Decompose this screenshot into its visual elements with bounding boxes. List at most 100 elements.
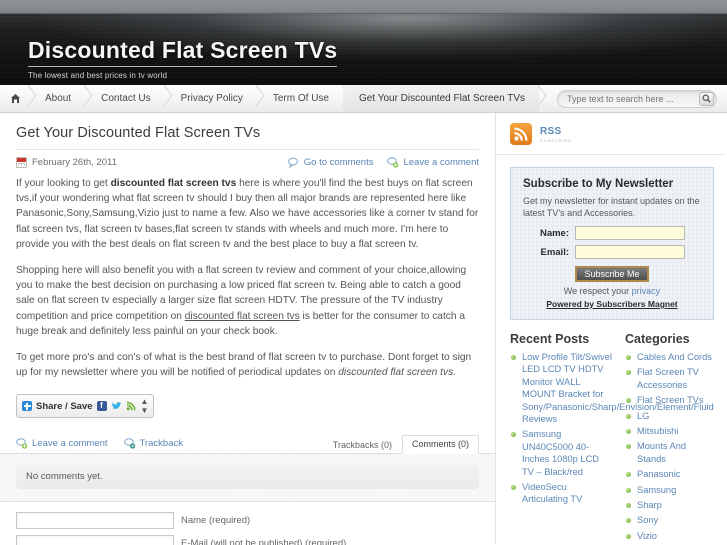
share-save-label: Share / Save [36, 400, 93, 412]
list-item[interactable]: Cables And Cords [625, 351, 716, 363]
nav-item-home[interactable] [0, 85, 29, 112]
nav-label: Privacy Policy [180, 93, 243, 104]
nav-items: About Contact Us Privacy Policy Term Of … [0, 85, 539, 112]
main-navigation: About Contact Us Privacy Policy Term Of … [0, 85, 727, 113]
privacy-link[interactable]: privacy [632, 286, 661, 296]
comment-nav-trackback-label: Trackback [139, 438, 183, 450]
home-icon [10, 93, 21, 104]
categories-list: Cables And Cords Flat Screen TV Accessor… [625, 351, 716, 545]
facebook-icon[interactable]: f [96, 401, 107, 412]
recent-posts-list: Low Profile Tilt/Swivel LED LCD TV HDTV … [510, 351, 714, 506]
list-item[interactable]: Sony [625, 514, 716, 526]
newsletter-email-input[interactable] [575, 245, 685, 259]
post-date: February 26th, 2011 [16, 157, 117, 168]
inline-link-discounted-flat-screen-tvs[interactable]: discounted flat screen tvs [185, 311, 300, 322]
email-field[interactable] [16, 535, 174, 545]
rss-icon [510, 123, 532, 145]
site-title[interactable]: Discounted Flat Screen TVs [28, 39, 338, 67]
comment-nav-links: Leave a comment Trackback [16, 438, 183, 453]
paragraph-1: If your looking to get discounted flat s… [16, 176, 479, 252]
search-icon [702, 94, 711, 103]
site-header: Discounted Flat Screen TVs The lowest an… [0, 14, 727, 85]
comments-section: No comments yet. [0, 454, 495, 503]
newsletter-name-row: Name: [523, 226, 701, 240]
comment-nav: Leave a comment Trackback Trackbacks (0)… [0, 432, 495, 455]
page-layout: Get Your Discounted Flat Screen TVs Febr… [0, 113, 727, 545]
leave-a-comment-label: Leave a comment [403, 157, 479, 168]
newsletter-submit-wrap: Subscribe Me [523, 264, 701, 282]
comment-add-icon [387, 157, 399, 168]
comment-form: Name (required) E-Mail (will not be publ… [0, 502, 495, 545]
newsletter-name-input[interactable] [575, 226, 685, 240]
list-item[interactable]: Mitsubishi [625, 425, 716, 437]
subscribe-me-button[interactable]: Subscribe Me [575, 266, 649, 282]
newsletter-description: Get my newsletter for instant updates on… [523, 196, 700, 218]
comment-nav-trackback[interactable]: Trackback [123, 438, 183, 450]
list-item[interactable]: Vizio [625, 530, 716, 542]
list-item[interactable]: VideoSecu Articulating TV [510, 481, 613, 506]
categories-heading: Categories [625, 332, 690, 346]
list-item[interactable]: LG [625, 410, 716, 422]
form-row-email: E-Mail (will not be published) (required… [16, 535, 479, 545]
tab-trackbacks[interactable]: Trackbacks (0) [323, 436, 402, 454]
search-area [557, 85, 727, 112]
powered-by-link[interactable]: Powered by Subscribers Magnet [523, 299, 701, 309]
p1-bold: discounted flat screen tvs [110, 178, 237, 189]
name-field[interactable] [16, 512, 174, 530]
go-to-comments-link[interactable]: Go to comments [287, 157, 373, 168]
rss-sub-label: SUBSCRIBE [540, 137, 573, 143]
email-field-label: E-Mail (will not be published) (required… [181, 538, 347, 545]
sidebar: RSS SUBSCRIBE Subscribe to My Newsletter… [496, 113, 726, 544]
expand-arrows-icon[interactable]: ▲ ▼ [141, 397, 149, 415]
article: Get Your Discounted Flat Screen TVs Febr… [0, 113, 495, 380]
share-save-button[interactable]: Share / Save f ▲ ▼ [16, 394, 155, 419]
no-comments-message: No comments yet. [16, 464, 479, 490]
comment-bubble-icon [287, 157, 298, 168]
nav-label: About [45, 93, 72, 104]
categories-widget: Categories Cables And Cords Flat Screen … [625, 332, 716, 545]
post-meta-links: Go to comments Leave a comment [287, 157, 479, 168]
list-item[interactable]: Flat Screen TV Accessories [625, 366, 716, 391]
p3-italic: discounted flat screen tvs. [338, 367, 457, 379]
list-item[interactable]: Mounts And Stands [625, 440, 716, 465]
comment-nav-leave-a-comment[interactable]: Leave a comment [16, 438, 108, 449]
search-button[interactable] [699, 91, 714, 106]
list-item[interactable]: Flat Screen TVs [625, 394, 716, 406]
nav-item-privacy-policy[interactable]: Privacy Policy [165, 85, 257, 112]
post-meta: February 26th, 2011 Go to comments Leave… [16, 157, 479, 176]
list-item[interactable]: Panasonic [625, 468, 716, 480]
list-item[interactable]: Samsung UN40C5000 40-Inches 1080p LCD TV… [510, 428, 613, 478]
nav-item-term-of-use[interactable]: Term Of Use [257, 85, 343, 112]
recent-posts-widget: Recent Posts Low Profile Tilt/Swivel LED… [510, 332, 714, 545]
p1-part-a: If your looking to get [16, 178, 111, 189]
nav-label: Term Of Use [272, 93, 329, 104]
paragraph-3: To get more pro's and con's of what is t… [16, 350, 479, 380]
nav-item-get-your-discounted-flat-screen-tvs[interactable]: Get Your Discounted Flat Screen TVs [342, 85, 539, 112]
twitter-icon[interactable] [111, 401, 122, 411]
search-box[interactable] [557, 89, 717, 108]
list-item[interactable]: Sharp [625, 499, 716, 511]
post-date-text: February 26th, 2011 [32, 157, 117, 168]
newsletter-email-label: Email: [540, 246, 569, 258]
comment-nav-leave-label: Leave a comment [32, 438, 108, 450]
page-root: Discounted Flat Screen TVs The lowest an… [0, 0, 727, 545]
newsletter-privacy-note: We respect your privacy [523, 286, 701, 296]
list-item[interactable]: Samsung [625, 484, 716, 496]
browser-top-band [0, 0, 727, 14]
nav-item-contact-us[interactable]: Contact Us [85, 85, 164, 112]
paragraph-2: Shopping here will also benefit you with… [16, 263, 479, 339]
site-branding[interactable]: Discounted Flat Screen TVs The lowest an… [28, 39, 338, 80]
rss-widget[interactable]: RSS SUBSCRIBE [496, 113, 726, 155]
newsletter-email-row: Email: [523, 245, 701, 259]
feed-icon[interactable] [126, 401, 137, 411]
tab-comments[interactable]: Comments (0) [401, 435, 479, 455]
list-item[interactable]: Low Profile Tilt/Swivel LED LCD TV HDTV … [510, 351, 714, 425]
comment-add-icon [16, 438, 28, 450]
title-divider [16, 149, 479, 150]
comment-link-icon [123, 438, 135, 450]
leave-a-comment-link[interactable]: Leave a comment [387, 157, 479, 168]
search-input[interactable] [558, 92, 688, 105]
calendar-icon [16, 157, 27, 168]
nav-item-about[interactable]: About [29, 85, 85, 112]
newsletter-respect-text: We respect your [563, 286, 632, 296]
